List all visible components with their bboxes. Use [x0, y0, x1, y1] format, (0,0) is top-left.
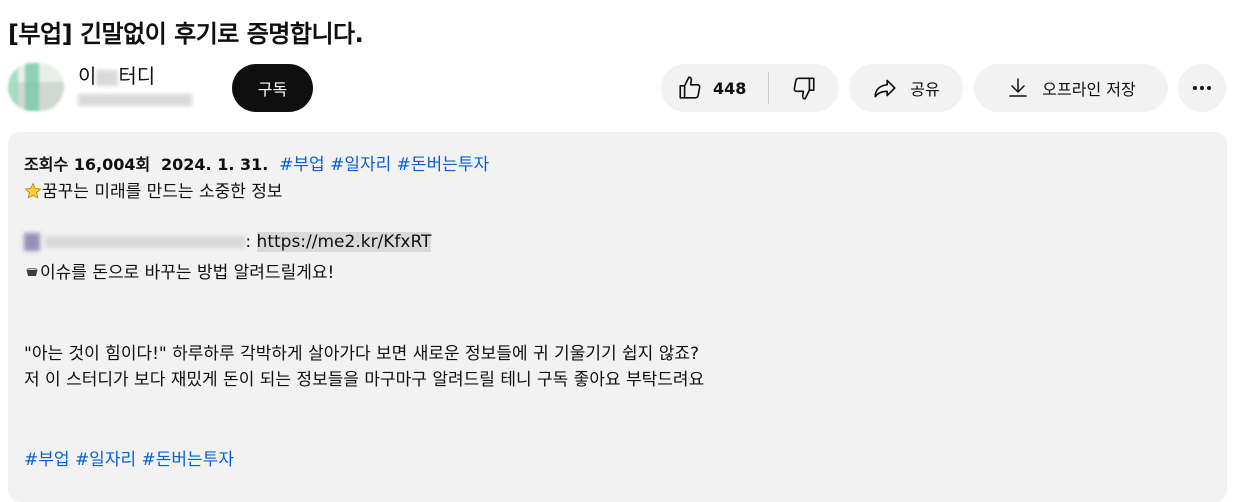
hashtag-link[interactable]: #돈버는투자: [397, 155, 489, 175]
more-horizontal-icon: [1193, 86, 1211, 90]
redacted-link-label: [45, 236, 246, 248]
hashtag-link[interactable]: #부업: [24, 450, 70, 470]
description-line-money: 이슈를 돈으로 바꾸는 방법 알려드릴게요!: [24, 258, 334, 283]
channel-name[interactable]: 이 터디: [78, 60, 155, 89]
like-button[interactable]: 448: [661, 64, 768, 112]
redacted-subscriber-count: [78, 94, 192, 106]
hashtag-link[interactable]: #부업: [279, 155, 325, 175]
offline-label: 오프라인 저장: [1042, 80, 1136, 99]
channel-name-part-2: 터디: [118, 64, 156, 88]
description-paragraph-2: 저 이 스터디가 보다 재밌게 돈이 되는 정보들을 마구마구 알려드릴 테니 …: [24, 370, 705, 390]
description-meta: 조회수 16,004회 2024. 1. 31. #부업 #일자리 #돈버는투자: [24, 150, 489, 175]
offline-save-button[interactable]: 오프라인 저장: [974, 64, 1168, 112]
description-hashtags-bottom: #부업 #일자리 #돈버는투자: [24, 445, 234, 470]
share-button[interactable]: 공유: [849, 64, 963, 112]
star-icon: [24, 182, 42, 199]
link-separator: :: [245, 232, 252, 252]
share-label: 공유: [910, 80, 940, 99]
description-paragraph-1: "아는 것이 힘이다!" 하루하루 각박하게 살아가다 보면 새로운 정보들에 …: [24, 344, 700, 364]
thumbs-down-icon: [793, 77, 815, 100]
view-count: 조회수 16,004회: [24, 155, 151, 174]
more-actions-button[interactable]: [1178, 64, 1226, 112]
video-title: [부업] 긴말없이 후기로 증명합니다.: [8, 20, 364, 48]
channel-avatar[interactable]: [8, 63, 64, 111]
redacted-emoji: [24, 233, 40, 251]
hashtag-link[interactable]: #일자리: [75, 450, 136, 470]
hashtag-link[interactable]: #돈버는투자: [142, 450, 234, 470]
like-count: 448: [713, 78, 747, 98]
description-link-line: : https://me2.kr/KfxRT: [24, 232, 432, 252]
money-bag-icon: [26, 267, 38, 276]
share-arrow-icon: [874, 79, 896, 98]
redacted-name-block: [96, 69, 119, 86]
star-line-text: 꿈꾸는 미래를 만드는 소중한 정보: [42, 182, 283, 202]
description-box[interactable]: 조회수 16,004회 2024. 1. 31. #부업 #일자리 #돈버는투자…: [8, 132, 1227, 502]
upload-date: 2024. 1. 31.: [161, 155, 269, 174]
channel-name-part-1: 이: [78, 64, 97, 88]
description-line-star: 꿈꾸는 미래를 만드는 소중한 정보: [24, 177, 283, 202]
external-link[interactable]: https://me2.kr/KfxRT: [256, 232, 432, 252]
download-icon: [1009, 78, 1028, 97]
subscribe-button[interactable]: 구독: [232, 64, 313, 112]
like-dislike-group: 448: [661, 64, 839, 112]
thumbs-up-icon: [679, 76, 701, 99]
money-line-text: 이슈를 돈으로 바꾸는 방법 알려드릴게요!: [40, 263, 335, 283]
dislike-button[interactable]: [769, 64, 839, 112]
hashtag-link[interactable]: #일자리: [330, 155, 391, 175]
